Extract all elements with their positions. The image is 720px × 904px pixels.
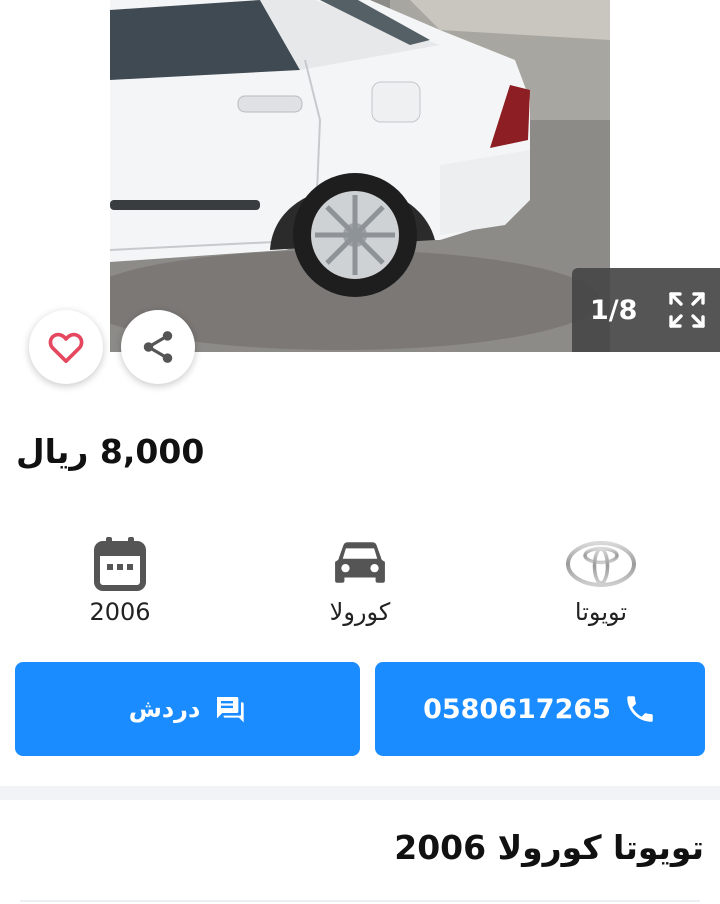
image-counter-overlay: 1/8 — [572, 268, 720, 352]
next-image-button[interactable] — [638, 124, 678, 164]
fullscreen-expand-icon[interactable] — [667, 290, 707, 330]
spec-model: كورولا — [280, 533, 440, 626]
phone-icon — [627, 696, 653, 722]
chevron-right-icon — [652, 133, 666, 155]
price-amount: 8,000 — [99, 432, 205, 471]
image-counter: 1/8 — [590, 294, 638, 326]
car-icon — [335, 542, 385, 583]
spec-model-value: كورولا — [329, 598, 391, 626]
phone-number: 0580617265 — [423, 693, 611, 725]
chevron-left-icon — [54, 133, 68, 155]
calendar-icon — [94, 537, 146, 591]
favorite-button[interactable] — [29, 310, 103, 384]
section-divider — [0, 786, 720, 800]
listing-price: 8,000 ريال — [16, 432, 204, 471]
spec-year-value: 2006 — [89, 598, 151, 626]
chat-button-label: دردش — [128, 695, 201, 723]
listing-title: تويوتا كورولا 2006 — [394, 828, 704, 867]
car-photo[interactable] — [110, 0, 610, 352]
separator-line — [20, 900, 700, 902]
share-button[interactable] — [121, 310, 195, 384]
share-icon — [143, 331, 173, 363]
spec-make: تويوتا — [521, 533, 681, 626]
spec-year: 2006 — [40, 533, 200, 626]
chat-bubble-icon — [217, 697, 244, 723]
chat-button[interactable]: دردش — [15, 662, 360, 756]
image-gallery[interactable]: 1/8 — [0, 0, 720, 352]
previous-image-button[interactable] — [42, 124, 82, 164]
price-currency: ريال — [16, 432, 89, 471]
spec-make-value: تويوتا — [574, 598, 628, 626]
heart-outline-icon — [48, 332, 84, 363]
toyota-logo-icon — [566, 541, 636, 587]
call-button[interactable]: 0580617265 — [375, 662, 705, 756]
